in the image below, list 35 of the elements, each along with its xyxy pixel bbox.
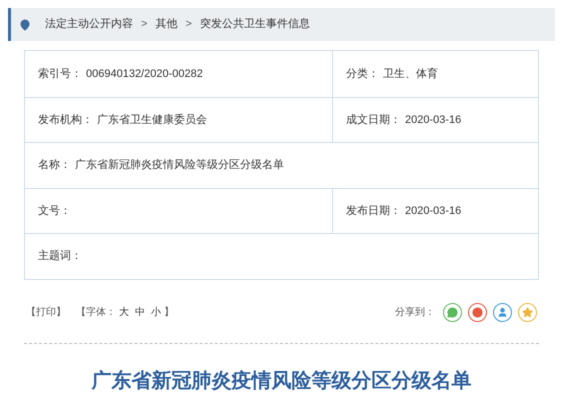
font-size-link[interactable]: 大 — [119, 305, 129, 320]
field-label: 主题词： — [38, 248, 82, 264]
breadcrumb-link[interactable]: 法定主动公开内容 — [45, 16, 133, 33]
document-title: 广东省新冠肺炎疫情风险等级分区分级名单 — [92, 368, 472, 394]
field-value: 2020-03-16 — [405, 112, 462, 128]
field-value: 广东省卫生健康委员会 — [97, 112, 207, 128]
font-size-link[interactable]: 小 — [151, 305, 161, 320]
font-size-label: 【字体： — [76, 306, 116, 320]
share-label: 分享到： — [395, 306, 435, 320]
breadcrumb-link[interactable]: 突发公共卫生事件信息 — [200, 16, 310, 33]
font-size-link[interactable]: 中 — [135, 305, 145, 320]
field-value: 卫生、体育 — [383, 66, 438, 82]
breadcrumb-separator: > — [185, 17, 192, 32]
field-label: 文号： — [38, 204, 71, 218]
breadcrumb-link[interactable]: 其他 — [155, 16, 178, 33]
share-button[interactable] — [468, 303, 487, 322]
breadcrumb-separator: > — [141, 17, 148, 32]
person-icon — [497, 307, 508, 318]
field-value: 006940132/2020-00282 — [86, 66, 203, 82]
share-button[interactable] — [518, 303, 537, 322]
field-value: 广东省新冠肺炎疫情风险等级分区分级名单 — [75, 158, 284, 173]
print-link[interactable]: 【打印】 — [26, 305, 66, 320]
star-icon — [522, 307, 533, 318]
field-label: 发布机构： — [38, 112, 93, 128]
bracket-text: 】 — [164, 306, 174, 320]
location-pin-icon — [19, 18, 31, 30]
chat-bubble-icon — [447, 307, 458, 318]
field-label: 分类： — [346, 66, 379, 82]
share-button[interactable] — [443, 303, 462, 322]
field-label: 发布日期： — [346, 204, 401, 218]
share-button[interactable] — [493, 303, 512, 322]
field-label: 成文日期： — [346, 112, 401, 128]
field-value: 2020-03-16 — [405, 204, 462, 218]
field-label: 名称： — [38, 158, 71, 173]
field-label: 索引号： — [38, 66, 82, 82]
